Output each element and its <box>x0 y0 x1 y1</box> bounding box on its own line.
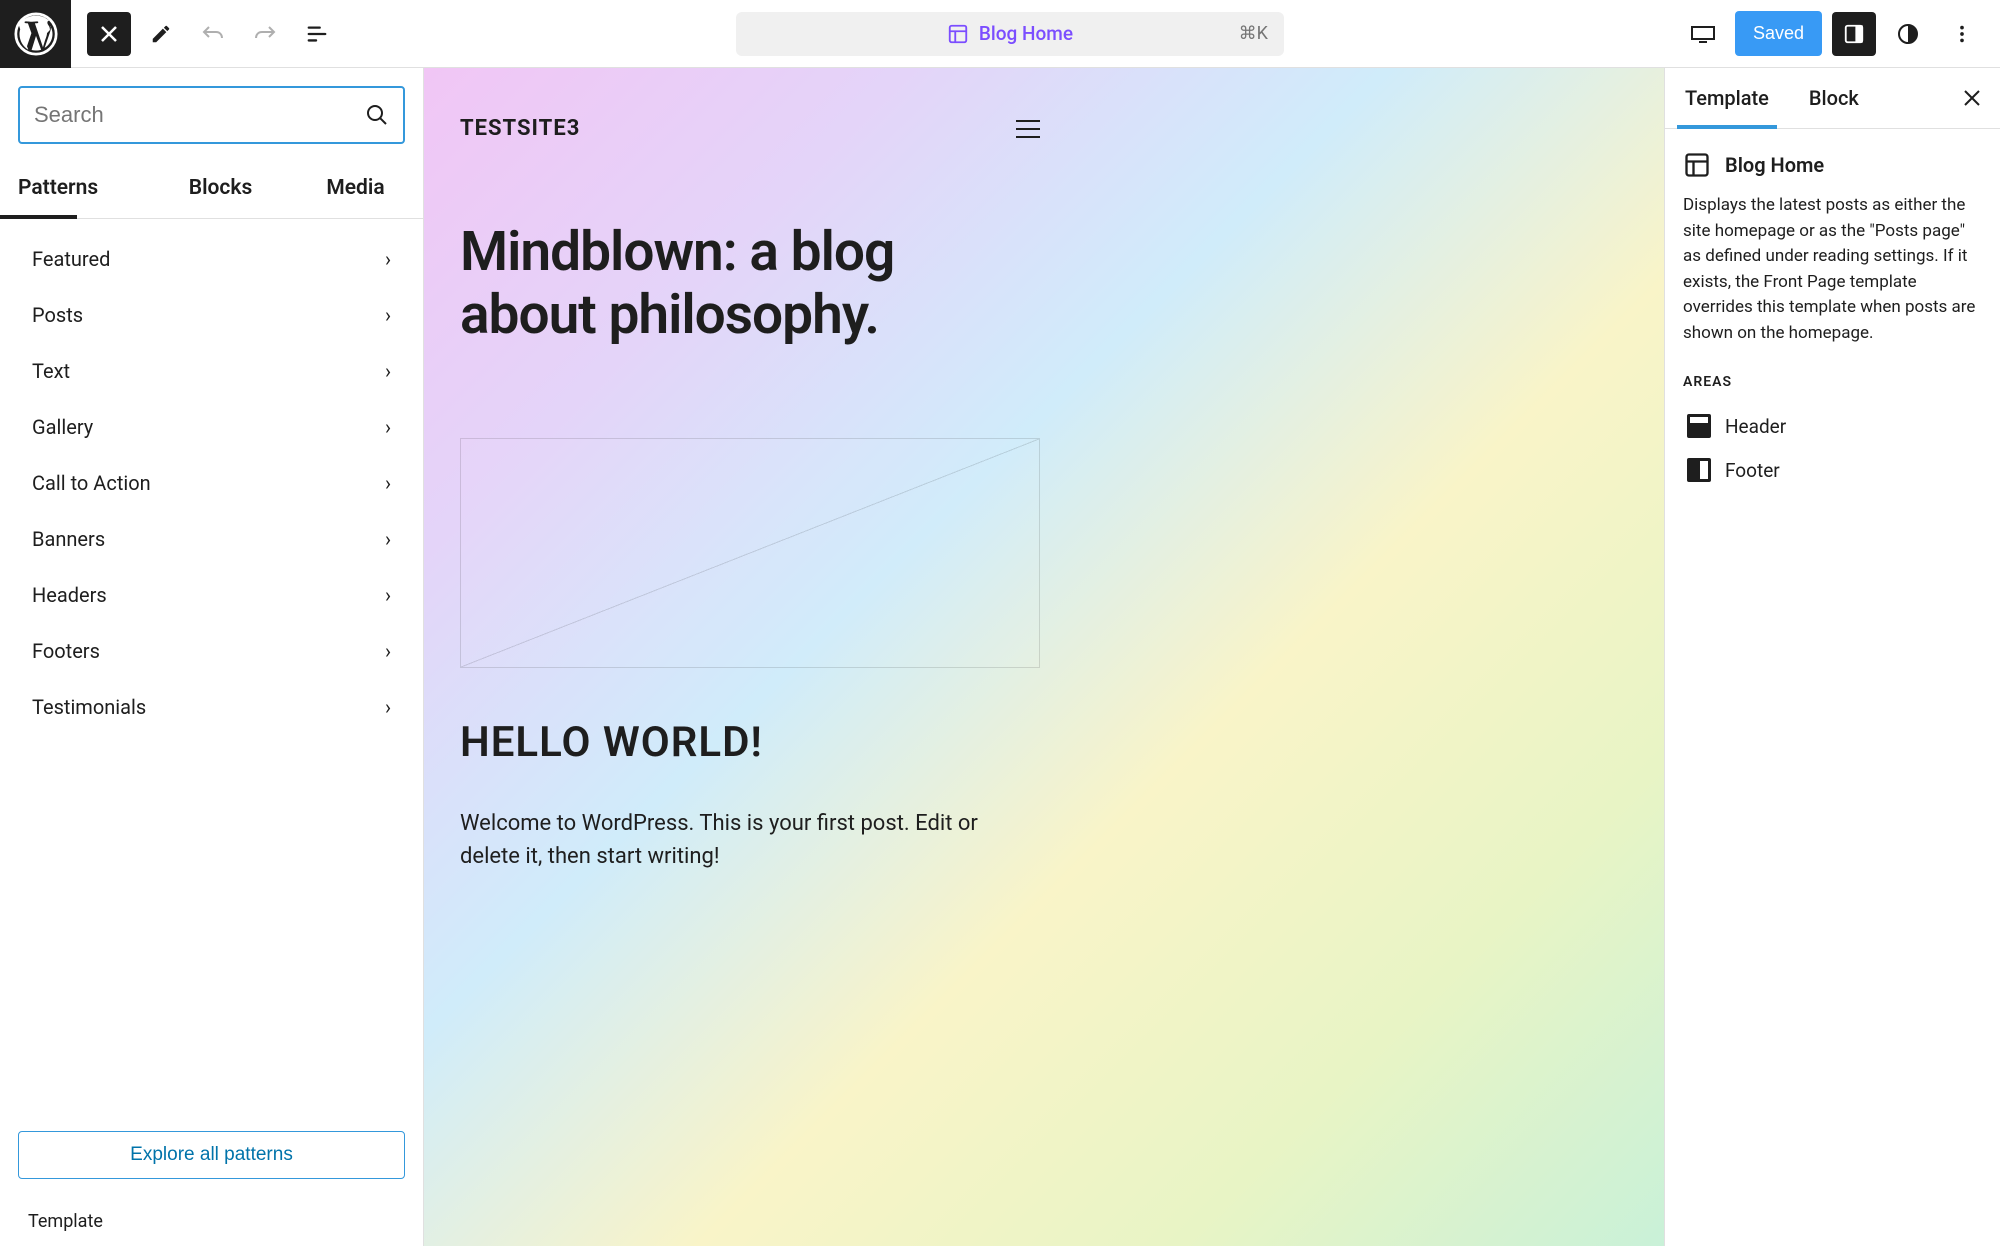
template-icon <box>947 23 969 45</box>
document-title: Blog Home <box>979 22 1073 45</box>
document-title-bar[interactable]: Blog Home ⌘K <box>736 12 1284 56</box>
saved-button[interactable]: Saved <box>1735 11 1822 56</box>
chevron-right-icon: › <box>385 639 391 663</box>
inserter-tabs: Patterns Blocks Media <box>0 162 423 219</box>
category-testimonials[interactable]: Testimonials› <box>0 679 423 735</box>
category-posts[interactable]: Posts› <box>0 287 423 343</box>
featured-image-placeholder[interactable] <box>460 438 1040 668</box>
keyboard-shortcut: ⌘K <box>1239 23 1268 44</box>
inserter-panel: Patterns Blocks Media Featured› Posts› T… <box>0 68 424 1246</box>
search-input[interactable] <box>34 102 365 128</box>
tab-media[interactable]: Media <box>288 162 423 218</box>
wordpress-logo[interactable] <box>0 0 71 68</box>
close-button[interactable] <box>87 12 131 56</box>
bottom-breadcrumb[interactable]: Template <box>0 1197 423 1246</box>
template-name: Blog Home <box>1725 153 1824 177</box>
close-settings-button[interactable] <box>1944 88 2000 108</box>
chevron-right-icon: › <box>385 583 391 607</box>
site-title[interactable]: TESTSITE3 <box>460 116 580 141</box>
explore-patterns-button[interactable]: Explore all patterns <box>18 1131 405 1179</box>
header-area-icon <box>1687 414 1711 438</box>
area-header[interactable]: Header <box>1683 404 1982 448</box>
undo-button[interactable] <box>191 12 235 56</box>
footer-area-icon <box>1687 458 1711 482</box>
styles-button[interactable] <box>1886 12 1930 56</box>
nav-menu-icon[interactable] <box>1016 120 1040 138</box>
settings-sidebar-button[interactable] <box>1832 12 1876 56</box>
post-title[interactable]: HELLO WORLD! <box>460 718 1040 767</box>
redo-button[interactable] <box>243 12 287 56</box>
page-headline[interactable]: Mindblown: a blog about philosophy. <box>460 221 1040 348</box>
edit-icon[interactable] <box>139 12 183 56</box>
tab-patterns[interactable]: Patterns <box>0 162 153 218</box>
category-headers[interactable]: Headers› <box>0 567 423 623</box>
pattern-categories: Featured› Posts› Text› Gallery› Call to … <box>0 219 423 1113</box>
category-banners[interactable]: Banners› <box>0 511 423 567</box>
list-view-button[interactable] <box>295 12 339 56</box>
category-footers[interactable]: Footers› <box>0 623 423 679</box>
category-featured[interactable]: Featured› <box>0 231 423 287</box>
chevron-right-icon: › <box>385 471 391 495</box>
tab-blocks[interactable]: Blocks <box>153 162 288 218</box>
tab-template[interactable]: Template <box>1665 68 1789 128</box>
category-text[interactable]: Text› <box>0 343 423 399</box>
chevron-right-icon: › <box>385 359 391 383</box>
options-button[interactable] <box>1940 12 1984 56</box>
settings-panel: Template Block Blog Home Displays the la… <box>1664 68 2000 1246</box>
category-call-to-action[interactable]: Call to Action› <box>0 455 423 511</box>
editor-canvas[interactable]: TESTSITE3 Mindblown: a blog about philos… <box>424 68 1664 1246</box>
template-description: Displays the latest posts as either the … <box>1683 193 1982 346</box>
topbar: Blog Home ⌘K Saved <box>0 0 2000 68</box>
chevron-right-icon: › <box>385 247 391 271</box>
post-excerpt[interactable]: Welcome to WordPress. This is your first… <box>460 807 1040 873</box>
search-input-wrap[interactable] <box>18 86 405 144</box>
chevron-right-icon: › <box>385 303 391 327</box>
chevron-right-icon: › <box>385 415 391 439</box>
template-icon <box>1683 151 1711 179</box>
chevron-right-icon: › <box>385 695 391 719</box>
area-footer[interactable]: Footer <box>1683 448 1982 492</box>
category-gallery[interactable]: Gallery› <box>0 399 423 455</box>
areas-heading: AREAS <box>1683 374 1982 390</box>
search-icon <box>365 103 389 127</box>
chevron-right-icon: › <box>385 527 391 551</box>
tab-block[interactable]: Block <box>1789 68 1879 128</box>
view-button[interactable] <box>1681 12 1725 56</box>
